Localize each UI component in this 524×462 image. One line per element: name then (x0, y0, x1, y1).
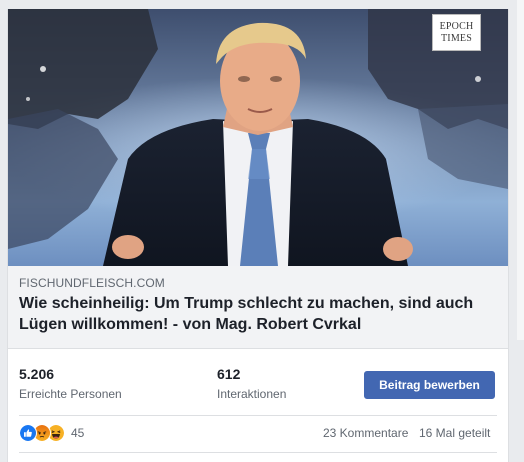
reach-label: Erreichte Personen (19, 387, 122, 401)
page: EPOCH TIMES FISCHUNDFLEISCH.COM Wie sche… (0, 0, 524, 462)
watermark-line1: EPOCH (439, 20, 474, 32)
reach-stat: 5.206 Erreichte Personen (19, 365, 122, 403)
adjacent-column-edge (517, 0, 524, 340)
epoch-times-watermark: EPOCH TIMES (432, 14, 481, 51)
reach-value: 5.206 (19, 366, 55, 382)
insights-divider (19, 415, 497, 416)
reactions-divider (19, 452, 497, 453)
link-preview-image[interactable]: EPOCH TIMES (8, 9, 508, 266)
reaction-icons[interactable] (19, 424, 65, 442)
reaction-count[interactable]: 45 (71, 426, 84, 440)
interactions-stat: 612 Interaktionen (217, 365, 286, 403)
post-insights: 5.206 Erreichte Personen 612 Interaktion… (8, 361, 508, 413)
interactions-value: 612 (217, 366, 241, 382)
link-preview-meta[interactable]: FISCHUNDFLEISCH.COM Wie scheinheilig: Um… (8, 266, 508, 349)
right-gutter (515, 0, 524, 462)
interactions-label: Interaktionen (217, 387, 287, 401)
boost-post-button[interactable]: Beitrag bewerben (364, 371, 495, 399)
reactions-bar: 45 23 Kommentare 16 Mal geteilt (8, 420, 508, 448)
comments-count-link[interactable]: 23 Kommentare (323, 426, 408, 440)
post-card: EPOCH TIMES FISCHUNDFLEISCH.COM Wie sche… (7, 9, 509, 462)
link-title[interactable]: Wie scheinheilig: Um Trump schlecht zu m… (19, 293, 499, 335)
like-icon[interactable] (19, 424, 37, 442)
shares-count-link[interactable]: 16 Mal geteilt (419, 426, 490, 440)
watermark-line2: TIMES (441, 32, 472, 44)
link-domain: FISCHUNDFLEISCH.COM (19, 276, 165, 290)
